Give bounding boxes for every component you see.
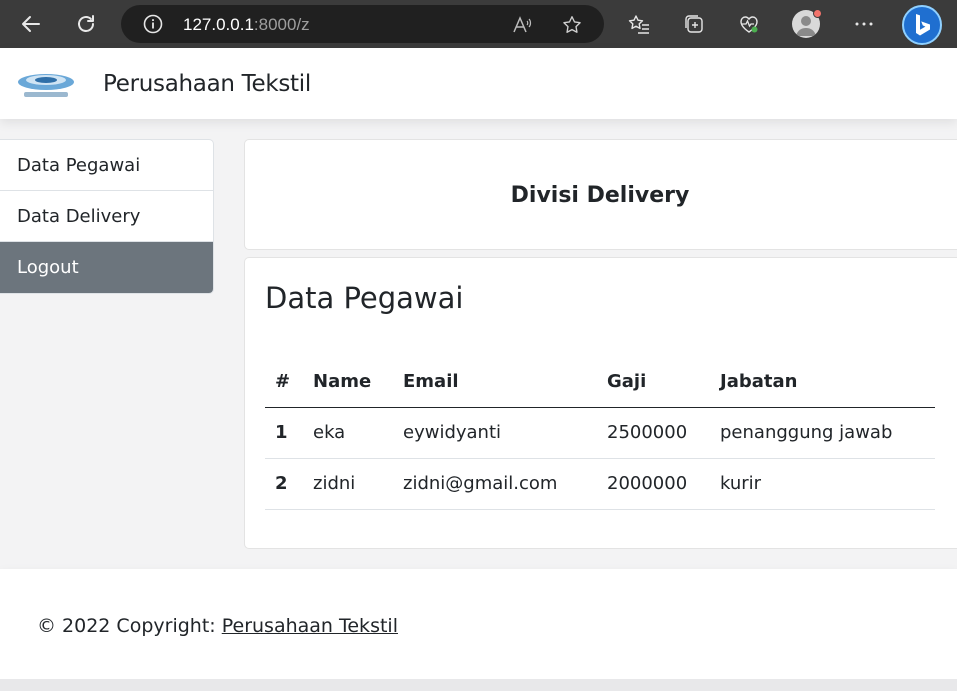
favorite-star-icon[interactable]: [561, 15, 583, 35]
sidebar-item-logout[interactable]: Logout: [0, 242, 213, 293]
cell-name: eka: [303, 407, 393, 459]
cell-jabatan: penanggung jawab: [710, 407, 935, 459]
read-aloud-icon[interactable]: [512, 15, 534, 35]
table-row: 2 zidni zidni@gmail.com 2000000 kurir: [265, 458, 935, 510]
table-header-row: # Name Email Gaji Jabatan: [265, 356, 935, 408]
address-bar[interactable]: 127.0.0.1:8000/z: [121, 5, 604, 43]
sidebar: Data Pegawai Data Delivery Logout: [0, 139, 214, 294]
column-header-name: Name: [303, 356, 393, 408]
cell-email: eywidyanti: [393, 407, 597, 459]
column-header-gaji: Gaji: [597, 356, 710, 408]
column-header-number: #: [265, 356, 303, 408]
page-bottom-edge: [0, 679, 957, 691]
collections-icon[interactable]: [682, 12, 706, 36]
employee-table-card: Data Pegawai # Name Email Gaji Jabatan 1…: [244, 257, 957, 549]
employee-table: # Name Email Gaji Jabatan 1 eka eywidyan…: [265, 356, 935, 510]
favorites-icon[interactable]: [627, 12, 651, 36]
browser-essentials-icon[interactable]: [737, 12, 761, 36]
company-logo: [16, 68, 76, 100]
copyright-prefix: © 2022 Copyright:: [37, 615, 222, 637]
table-row: 1 eka eywidyanti 2500000 penanggung jawa…: [265, 407, 935, 459]
site-title: Perusahaan Tekstil: [103, 71, 311, 97]
column-header-email: Email: [393, 356, 597, 408]
cell-name: zidni: [303, 458, 393, 510]
table-heading: Data Pegawai: [265, 281, 464, 315]
url-host: 127.0.0.1: [183, 15, 254, 34]
sidebar-item-data-pegawai[interactable]: Data Pegawai: [0, 140, 213, 191]
site-header: Perusahaan Tekstil: [0, 48, 957, 119]
cell-number: 2: [265, 458, 303, 510]
cell-jabatan: kurir: [710, 458, 935, 510]
cell-email: zidni@gmail.com: [393, 458, 597, 510]
site-footer: © 2022 Copyright: Perusahaan Tekstil: [0, 569, 957, 679]
bing-chat-icon[interactable]: [902, 5, 942, 45]
division-card: Divisi Delivery: [244, 139, 957, 250]
url-path: :8000/z: [253, 15, 310, 34]
cell-gaji: 2000000: [597, 458, 710, 510]
cell-gaji: 2500000: [597, 407, 710, 459]
more-options-icon[interactable]: [852, 12, 876, 36]
browser-toolbar: 127.0.0.1:8000/z: [0, 0, 957, 48]
url-text[interactable]: 127.0.0.1:8000/z: [183, 15, 310, 35]
division-title: Divisi Delivery: [510, 183, 690, 208]
site-info-icon[interactable]: [143, 14, 163, 34]
footer-company-link[interactable]: Perusahaan Tekstil: [222, 615, 398, 637]
column-header-jabatan: Jabatan: [710, 356, 935, 408]
cell-number: 1: [265, 407, 303, 459]
back-icon[interactable]: [17, 10, 45, 38]
notification-dot: [813, 9, 822, 18]
copyright-text: © 2022 Copyright: Perusahaan Tekstil: [37, 615, 398, 637]
sidebar-item-data-delivery[interactable]: Data Delivery: [0, 191, 213, 242]
refresh-icon[interactable]: [72, 10, 100, 38]
